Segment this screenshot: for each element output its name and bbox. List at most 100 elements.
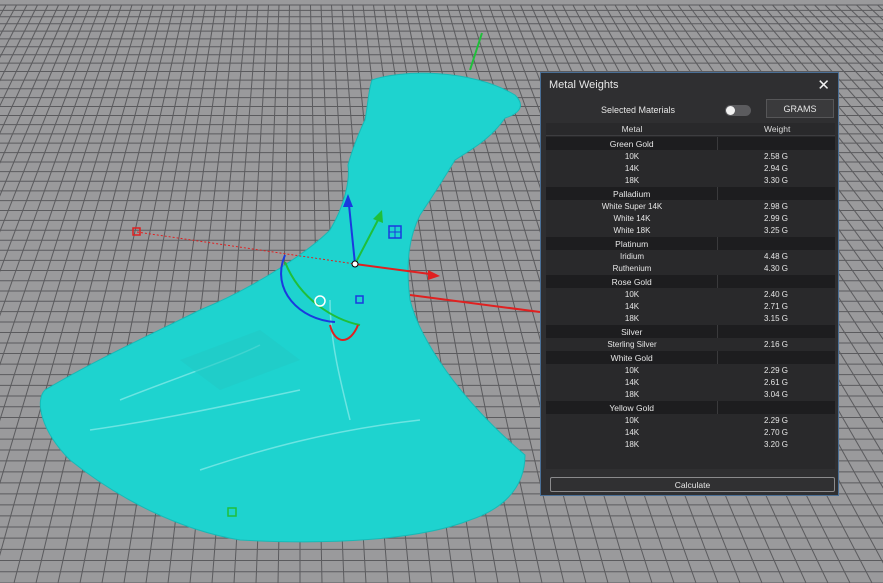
selected-materials-label: Selected Materials xyxy=(601,105,676,115)
table-row[interactable]: Sterling Silver 2.16 G xyxy=(546,338,835,350)
group-row[interactable]: Green Gold xyxy=(546,137,835,150)
weight-cell: 3.30 G xyxy=(764,175,789,185)
grid-line xyxy=(877,4,883,11)
metal-cell: Ruthenium xyxy=(612,263,652,273)
weight-cell: 2.61 G xyxy=(764,377,789,387)
table-header: Metal Weight xyxy=(546,123,835,136)
group-name: White Gold xyxy=(610,352,653,363)
metal-cell: 14K xyxy=(624,163,640,173)
panel-titlebar: Metal Weights ✕ xyxy=(541,73,838,97)
table-row[interactable]: 10K 2.29 G xyxy=(546,414,835,426)
metal-cell: 10K xyxy=(624,151,640,161)
table-row[interactable]: Ruthenium 4.30 G xyxy=(546,262,835,274)
weight-cell: 3.15 G xyxy=(764,313,789,323)
grid-line xyxy=(0,4,122,366)
grid-line xyxy=(0,4,101,273)
grid-line xyxy=(0,4,70,164)
table-row[interactable]: 10K 2.40 G xyxy=(546,288,835,300)
metal-cell: 18K xyxy=(624,175,640,185)
selected-materials-toggle[interactable] xyxy=(725,105,751,116)
group-row[interactable]: Platinum xyxy=(546,237,835,250)
weight-cell: 2.29 G xyxy=(764,415,789,425)
panel-title: Metal Weights xyxy=(549,79,619,91)
table-row[interactable]: 18K 3.04 G xyxy=(546,388,835,400)
group-name: Silver xyxy=(621,326,643,337)
group-weight-cell xyxy=(717,187,835,200)
grid-line xyxy=(0,4,7,17)
grid-line xyxy=(856,4,883,31)
metal-cell: White Super 14K xyxy=(601,201,663,211)
toggle-knob xyxy=(726,106,735,115)
weight-cell: 2.16 G xyxy=(764,339,789,349)
group-row[interactable]: White Gold xyxy=(546,351,835,364)
table-row[interactable]: Iridium 4.48 G xyxy=(546,250,835,262)
grid-line xyxy=(0,4,59,135)
panel-controls: Selected Materials GRAMS xyxy=(541,97,838,123)
group-weight-cell xyxy=(717,325,835,338)
close-icon[interactable]: ✕ xyxy=(817,78,830,93)
group-weight-cell xyxy=(717,137,835,150)
grid-line xyxy=(0,4,133,422)
group-name: Palladium xyxy=(613,188,651,199)
weights-table: Metal Weight Green Gold 10K 2.58 G 14K 2.94 … xyxy=(546,123,835,469)
weight-cell: 2.71 G xyxy=(764,301,789,311)
weight-cell: 2.94 G xyxy=(764,163,789,173)
weight-cell: 3.25 G xyxy=(764,225,789,235)
gizmo-center-icon xyxy=(351,260,359,268)
group-name: Green Gold xyxy=(609,138,654,149)
weight-cell: 4.48 G xyxy=(764,251,789,261)
table-row[interactable]: 18K 3.15 G xyxy=(546,312,835,324)
column-header-weight[interactable]: Weight xyxy=(718,124,835,134)
metal-cell: White 14K xyxy=(613,213,651,223)
table-body: Green Gold 10K 2.58 G 14K 2.94 G 18K 3.30 G Pal… xyxy=(546,137,835,450)
table-row[interactable]: White Super 14K 2.98 G xyxy=(546,200,835,212)
weight-cell: 2.58 G xyxy=(764,151,789,161)
table-row[interactable]: White 14K 2.99 G xyxy=(546,212,835,224)
weight-cell: 3.20 G xyxy=(764,439,789,449)
metal-cell: Iridium xyxy=(619,251,644,261)
group-name: Rose Gold xyxy=(611,276,652,287)
weight-cell: 2.29 G xyxy=(764,365,789,375)
metal-cell: 10K xyxy=(624,289,640,299)
weight-cell: 2.40 G xyxy=(764,289,789,299)
grid-line xyxy=(0,4,17,37)
table-row[interactable]: 14K 2.70 G xyxy=(546,426,835,438)
calculate-button[interactable]: Calculate xyxy=(550,477,835,492)
group-name: Platinum xyxy=(615,238,649,249)
units-button[interactable]: GRAMS xyxy=(766,99,834,118)
table-row[interactable]: 14K 2.61 G xyxy=(546,376,835,388)
table-row[interactable]: 10K 2.29 G xyxy=(546,364,835,376)
table-row[interactable]: 18K 3.20 G xyxy=(546,438,835,450)
metal-cell: 14K xyxy=(624,427,640,437)
weight-cell: 4.30 G xyxy=(764,263,789,273)
group-row[interactable]: Palladium xyxy=(546,187,835,200)
table-row[interactable]: 10K 2.58 G xyxy=(546,150,835,162)
metal-cell: Sterling Silver xyxy=(607,339,657,349)
group-weight-cell xyxy=(717,237,835,250)
table-row[interactable]: White 18K 3.25 G xyxy=(546,224,835,236)
group-row[interactable]: Rose Gold xyxy=(546,275,835,288)
weight-cell: 2.98 G xyxy=(764,201,789,211)
metal-cell: 18K xyxy=(624,313,640,323)
grid-line xyxy=(0,4,28,59)
group-row[interactable]: Yellow Gold xyxy=(546,401,835,414)
metal-cell: 18K xyxy=(624,439,640,449)
metal-cell: 18K xyxy=(624,389,640,399)
group-name: Yellow Gold xyxy=(609,402,654,413)
column-header-metal[interactable]: Metal xyxy=(546,124,718,134)
grid-line xyxy=(845,4,883,42)
table-row[interactable]: 18K 3.30 G xyxy=(546,174,835,186)
weight-cell: 2.99 G xyxy=(764,213,789,223)
group-weight-cell xyxy=(717,351,835,364)
weight-cell: 3.04 G xyxy=(764,389,789,399)
grid-line xyxy=(835,4,883,53)
metal-cell: 14K xyxy=(624,301,640,311)
group-row[interactable]: Silver xyxy=(546,325,835,338)
metal-cell: White 18K xyxy=(613,225,651,235)
metal-cell: 14K xyxy=(624,377,640,387)
table-row[interactable]: 14K 2.94 G xyxy=(546,162,835,174)
table-row[interactable]: 14K 2.71 G xyxy=(546,300,835,312)
metal-cell: 10K xyxy=(624,365,640,375)
weight-cell: 2.70 G xyxy=(764,427,789,437)
metal-weights-panel: Metal Weights ✕ Selected Materials GRAMS… xyxy=(540,72,839,496)
